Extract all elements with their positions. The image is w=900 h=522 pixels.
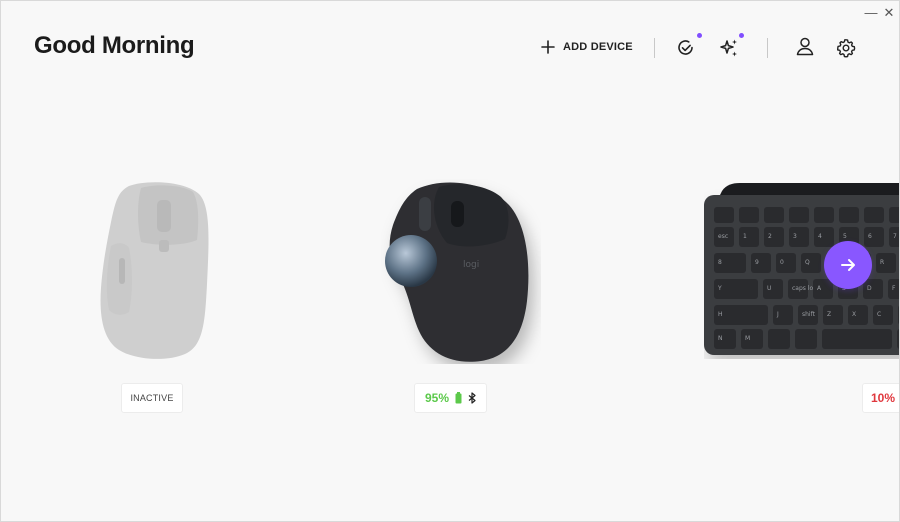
keyboard-key (873, 305, 893, 325)
header-divider (654, 38, 655, 58)
keyboard-key-label: M (745, 335, 750, 342)
next-device-button[interactable] (824, 241, 872, 289)
keyboard-key (889, 207, 899, 223)
device-card-mx-master[interactable] (81, 176, 226, 366)
keyboard-key-label: esc (718, 233, 728, 240)
battery-icon (455, 392, 462, 404)
device-status-inactive: INACTIVE (121, 383, 183, 413)
keyboard-key-label: 1 (743, 233, 747, 240)
device-status-battery-low: 10% (862, 383, 899, 413)
keyboard-key-label: 4 (818, 233, 822, 240)
keyboard-key-label: 3 (793, 233, 797, 240)
app-window: — ✕ Good Morning ADD DEVICE INACTIVE log… (0, 0, 900, 522)
keyboard-key (714, 207, 734, 223)
keyboard-key-label: Q (805, 259, 810, 266)
keyboard-key-label: H (718, 311, 723, 318)
add-device-button[interactable]: ADD DEVICE (541, 36, 633, 58)
page-title: Good Morning (34, 32, 195, 59)
keyboard-key-label: X (852, 311, 856, 318)
keyboard-key-label: shift (802, 311, 816, 318)
account-button[interactable] (793, 34, 817, 58)
keyboard-key (739, 227, 759, 247)
battery-percentage: 95% (424, 391, 450, 405)
keyboard-key-label: D (867, 285, 872, 292)
notification-dot (739, 33, 744, 38)
keyboard-key (751, 253, 771, 273)
keyboard-key (876, 253, 896, 273)
keyboard-key (848, 305, 868, 325)
keyboard-key (764, 227, 784, 247)
keyboard-key-label: R (880, 259, 884, 266)
keyboard-key (776, 253, 796, 273)
keyboard-key-label: 8 (718, 259, 722, 266)
keyboard-key (823, 305, 843, 325)
bluetooth-icon (468, 392, 476, 404)
features-button[interactable] (717, 36, 741, 60)
keyboard-key-label: Y (717, 285, 722, 292)
keyboard-key (795, 329, 817, 349)
keyboard-key (773, 305, 793, 325)
keyboard-key (822, 329, 892, 349)
close-button[interactable]: ✕ (881, 5, 897, 21)
header-divider (767, 38, 768, 58)
device-card-ergo-trackball[interactable]: logi (381, 179, 541, 364)
minimize-button[interactable]: — (863, 5, 879, 21)
keyboard-key-label: Z (827, 311, 831, 318)
arrow-right-icon (841, 259, 855, 271)
keyboard-key (814, 227, 834, 247)
trackball-image: logi (385, 182, 529, 362)
settings-button[interactable] (834, 36, 858, 60)
device-status-battery: 95% (414, 383, 487, 413)
user-icon (796, 37, 814, 56)
keyboard-key-label: 0 (780, 259, 784, 266)
plus-icon (541, 40, 555, 54)
svg-text:logi: logi (463, 260, 479, 270)
keyboard-key (813, 279, 833, 299)
keyboard-key (764, 207, 784, 223)
status-label: INACTIVE (130, 393, 174, 403)
keyboard-key (739, 207, 759, 223)
check-sparkle-icon (678, 40, 693, 55)
keyboard-key (768, 329, 790, 349)
battery-percentage: 10% (871, 391, 896, 405)
keyboard-key-label: N (718, 335, 723, 342)
keyboard-key (789, 207, 809, 223)
keyboard-key (814, 207, 834, 223)
add-device-label: ADD DEVICE (563, 41, 633, 53)
mouse-image (100, 182, 209, 359)
keyboard-key-label: 7 (893, 233, 897, 240)
keyboard-key-label: U (767, 285, 771, 292)
keyboard-key (864, 227, 884, 247)
keyboard-key-label: 2 (768, 233, 772, 240)
keyboard-key-label: C (877, 311, 881, 318)
sparkles-icon (720, 39, 737, 57)
gear-icon (837, 39, 856, 58)
keyboard-key (763, 279, 783, 299)
keyboard-key-label: F (892, 285, 896, 292)
whats-new-button[interactable] (674, 36, 698, 60)
keyboard-key (864, 207, 884, 223)
keyboard-key (839, 207, 859, 223)
notification-dot (697, 33, 702, 38)
keyboard-key-label: 9 (755, 259, 759, 266)
keyboard-key-label: 6 (868, 233, 872, 240)
keyboard-key-label: 5 (843, 233, 847, 240)
keyboard-key (863, 279, 883, 299)
keyboard-key (801, 253, 821, 273)
keyboard-key-label: J (776, 311, 779, 318)
keyboard-key (789, 227, 809, 247)
